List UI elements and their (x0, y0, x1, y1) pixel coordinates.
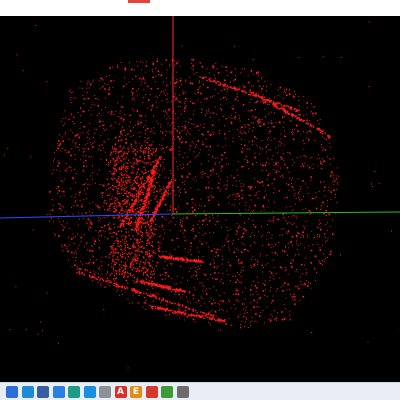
point-cloud-canvas[interactable] (0, 16, 400, 382)
point-cloud-points (3, 21, 400, 369)
point-cloud-viewport[interactable] (0, 16, 400, 382)
vscode-icon[interactable] (21, 386, 34, 398)
python-icon[interactable] (37, 386, 49, 398)
folder-icon[interactable] (99, 386, 111, 398)
app-icon[interactable] (145, 386, 158, 398)
store-icon[interactable] (52, 386, 65, 398)
acrobat-icon[interactable]: A (114, 386, 127, 398)
teams-icon[interactable] (68, 386, 80, 398)
titlebar-accent (128, 0, 150, 3)
git-icon[interactable] (161, 386, 173, 398)
bag-icon[interactable] (83, 386, 96, 398)
tool-icon[interactable] (176, 386, 189, 398)
taskbar: AE (0, 382, 400, 400)
window-titlebar (0, 0, 400, 16)
editor-icon[interactable]: E (130, 386, 142, 398)
desktop-icon[interactable] (6, 386, 18, 398)
